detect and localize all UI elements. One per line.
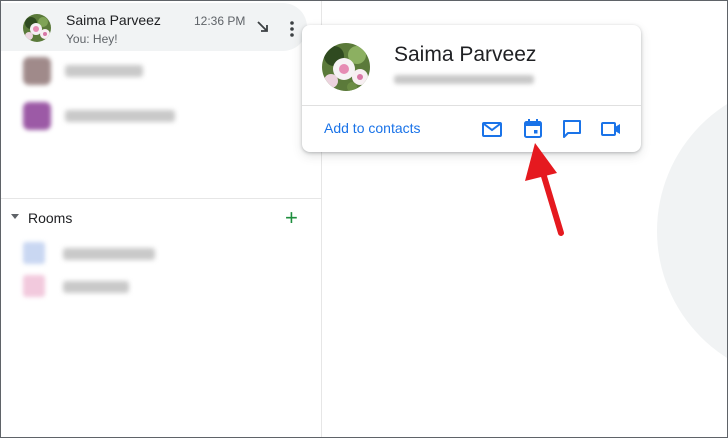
flower-avatar-icon [322,43,370,91]
add-to-contacts-link[interactable]: Add to contacts [324,120,421,136]
more-vert-icon[interactable] [287,19,297,39]
blurred-name [63,281,129,293]
card-divider [302,105,641,106]
caret-down-icon[interactable] [11,214,19,219]
section-divider [1,198,321,199]
open-in-popup-icon[interactable] [255,19,271,35]
chat-sidebar: Saima Parveez You: Hey! 12:36 PM Rooms + [1,1,322,437]
dm-preview: You: Hey! [66,32,118,46]
profile-card: Saima Parveez Add to contacts [302,25,641,152]
blurred-name [65,110,175,122]
rooms-label: Rooms [28,210,73,226]
avatar [23,102,51,130]
dm-item-saima[interactable]: Saima Parveez You: Hey! 12:36 PM [1,3,307,51]
decorative-circle [657,81,727,381]
profile-name: Saima Parveez [394,43,537,66]
blurred-email [394,75,534,84]
room-item-blurred[interactable] [23,275,263,299]
avatar [23,275,45,297]
mail-icon[interactable] [481,118,503,140]
video-icon[interactable] [600,118,622,140]
dm-timestamp: 12:36 PM [194,14,246,28]
blurred-name [63,248,155,260]
blurred-name [65,65,143,77]
rooms-header[interactable]: Rooms + [11,207,311,229]
flower-avatar-icon [23,14,51,42]
dm-item-blurred[interactable] [23,57,263,85]
annotation-arrow-icon [525,143,564,236]
avatar [23,57,51,85]
plus-icon[interactable]: + [285,207,298,229]
avatar [23,242,45,264]
dm-name: Saima Parveez [66,12,161,28]
room-item-blurred[interactable] [23,242,263,266]
app-window: Saima Parveez You: Hey! 12:36 PM Rooms + [0,0,728,438]
dm-item-blurred[interactable] [23,102,263,130]
